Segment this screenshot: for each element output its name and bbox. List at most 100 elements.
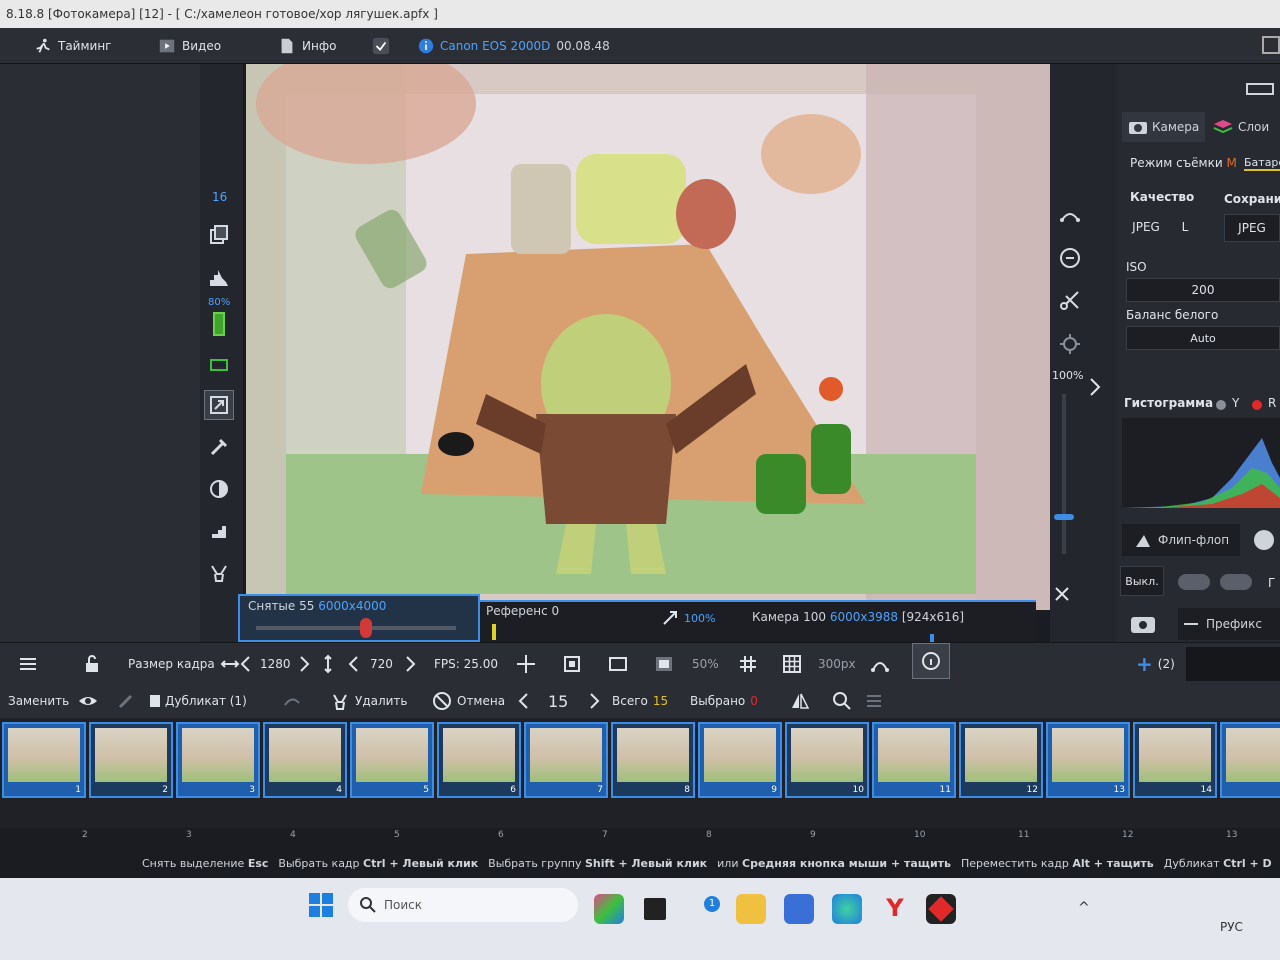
film-frame[interactable]: 13 bbox=[1046, 722, 1130, 798]
mirror-button[interactable] bbox=[790, 684, 810, 718]
wb-select[interactable]: Auto bbox=[1126, 326, 1280, 350]
redo-button[interactable] bbox=[282, 684, 302, 718]
width-prev[interactable] bbox=[236, 643, 256, 684]
zoom-slider[interactable] bbox=[1062, 394, 1066, 554]
tab-layers[interactable]: Слои bbox=[1212, 112, 1269, 142]
lock-button[interactable] bbox=[82, 643, 102, 684]
hist-r-radio[interactable] bbox=[1252, 400, 1262, 410]
film-frame[interactable]: 7 bbox=[524, 722, 608, 798]
clean-tool[interactable] bbox=[204, 558, 234, 588]
film-frame[interactable]: 14 bbox=[1133, 722, 1217, 798]
film-frame[interactable]: 15 bbox=[1220, 722, 1280, 798]
levels-tool[interactable] bbox=[204, 516, 234, 546]
brush-button[interactable] bbox=[116, 684, 136, 718]
chevron-right-icon[interactable] bbox=[1086, 376, 1104, 398]
film-frame[interactable]: 10 bbox=[785, 722, 869, 798]
film-frame[interactable]: 6 bbox=[437, 722, 521, 798]
film-frame[interactable]: 8 bbox=[611, 722, 695, 798]
delete-button[interactable]: Удалить bbox=[330, 684, 408, 718]
film-frame[interactable]: 3 bbox=[176, 722, 260, 798]
tab-camera[interactable]: Камера bbox=[1122, 112, 1206, 142]
zoom-slider-handle[interactable] bbox=[1054, 514, 1074, 520]
onion-skin-tool[interactable] bbox=[204, 220, 234, 250]
camera-viewer[interactable] bbox=[246, 64, 1050, 610]
visibility-button[interactable] bbox=[78, 684, 98, 718]
save-format[interactable]: JPEG bbox=[1224, 214, 1280, 242]
prev-frame-button[interactable] bbox=[514, 684, 534, 718]
captured-slider-handle[interactable] bbox=[360, 618, 372, 638]
captured-panel[interactable]: Снятые 55 6000x4000 bbox=[238, 594, 480, 642]
list-button[interactable] bbox=[864, 684, 884, 718]
histogram-tool[interactable] bbox=[204, 262, 234, 292]
windows-start-icon[interactable] bbox=[308, 892, 334, 918]
language-indicator[interactable]: РУС bbox=[1220, 920, 1243, 934]
app-explorer-icon[interactable] bbox=[736, 894, 766, 924]
app-taskview-icon[interactable] bbox=[640, 894, 670, 924]
rotate-180-icon[interactable] bbox=[1058, 246, 1082, 270]
path-button[interactable] bbox=[870, 643, 890, 684]
width-value[interactable]: 1280 bbox=[260, 643, 291, 684]
add-button[interactable]: + (2) bbox=[1136, 643, 1175, 684]
tab-timing[interactable]: Тайминг bbox=[34, 28, 111, 64]
app-copilot-icon[interactable] bbox=[594, 894, 624, 924]
flipflop-toggle[interactable] bbox=[1254, 530, 1274, 550]
height-value[interactable]: 720 bbox=[370, 643, 393, 684]
opacity-value[interactable]: 50% bbox=[692, 643, 719, 684]
toggle-2[interactable] bbox=[1220, 574, 1252, 590]
film-frame[interactable]: 5 bbox=[350, 722, 434, 798]
tab-battery[interactable]: Батаре bbox=[1244, 156, 1280, 171]
height-prev[interactable] bbox=[344, 643, 364, 684]
cancel-button[interactable]: Отмена bbox=[432, 684, 505, 718]
reference-panel[interactable]: Референс 0 100% Камера 100 6000x3988 [92… bbox=[480, 600, 1036, 652]
flipflop-button[interactable]: Флип-флоп bbox=[1122, 524, 1240, 556]
quality-format[interactable]: JPEG bbox=[1126, 214, 1166, 240]
app-store-icon[interactable] bbox=[784, 894, 814, 924]
crosshair-button[interactable] bbox=[516, 643, 536, 684]
contrast-tool[interactable] bbox=[204, 474, 234, 504]
close-icon[interactable] bbox=[1052, 584, 1072, 604]
height-next[interactable] bbox=[400, 643, 420, 684]
reference-marker[interactable] bbox=[492, 624, 496, 640]
taskbar-search[interactable]: Поиск bbox=[348, 888, 578, 922]
resize-tool[interactable] bbox=[204, 390, 234, 420]
current-frame[interactable]: 15 bbox=[548, 684, 568, 718]
fullframe-button[interactable] bbox=[608, 643, 628, 684]
grid-size[interactable]: 300px bbox=[818, 643, 856, 684]
filmstrip[interactable]: 123456789101112131415 bbox=[0, 718, 1280, 828]
app-yandex-icon[interactable]: Y bbox=[880, 894, 910, 924]
tab-video[interactable]: Видео bbox=[158, 28, 221, 64]
confirm-button[interactable] bbox=[372, 28, 390, 64]
hist-y-radio[interactable] bbox=[1216, 400, 1226, 410]
overlay-button[interactable] bbox=[654, 643, 674, 684]
prefix-button[interactable]: Префикс bbox=[1178, 608, 1280, 640]
toggle-1[interactable] bbox=[1178, 574, 1210, 590]
focus-icon[interactable] bbox=[1058, 332, 1082, 356]
film-frame[interactable]: 11 bbox=[872, 722, 956, 798]
film-frame[interactable]: 1 bbox=[2, 722, 86, 798]
app-edge-icon[interactable] bbox=[832, 894, 862, 924]
captured-slider[interactable] bbox=[256, 626, 456, 630]
quality-size[interactable]: L bbox=[1170, 214, 1200, 240]
search-frames-button[interactable] bbox=[832, 684, 852, 718]
safe-frame-button[interactable] bbox=[562, 643, 582, 684]
undo-icon[interactable] bbox=[1058, 204, 1082, 228]
app-stopmotion-icon[interactable] bbox=[926, 894, 956, 924]
frame-rect-tool[interactable] bbox=[204, 350, 234, 380]
grid-hash-button[interactable] bbox=[738, 643, 758, 684]
shoot-mode[interactable]: Режим съёмки M bbox=[1130, 156, 1237, 170]
next-frame-button[interactable] bbox=[584, 684, 604, 718]
width-next[interactable] bbox=[294, 643, 314, 684]
fps-value[interactable]: FPS: 25.00 bbox=[434, 643, 498, 684]
settings-button[interactable] bbox=[18, 643, 38, 684]
film-frame[interactable]: 4 bbox=[263, 722, 347, 798]
info-button[interactable] bbox=[912, 643, 950, 679]
film-frame[interactable]: 12 bbox=[959, 722, 1043, 798]
film-frame[interactable]: 2 bbox=[89, 722, 173, 798]
eyedropper-tool[interactable] bbox=[204, 432, 234, 462]
film-frame[interactable]: 9 bbox=[698, 722, 782, 798]
maximize-icon[interactable] bbox=[1262, 36, 1280, 54]
duplicate-button[interactable]: Дубликат (1) bbox=[150, 684, 247, 718]
off-button[interactable]: Выкл. bbox=[1120, 566, 1164, 596]
tab-info[interactable]: Инфо bbox=[278, 28, 336, 64]
camera-snapshot-icon[interactable] bbox=[1130, 614, 1156, 634]
